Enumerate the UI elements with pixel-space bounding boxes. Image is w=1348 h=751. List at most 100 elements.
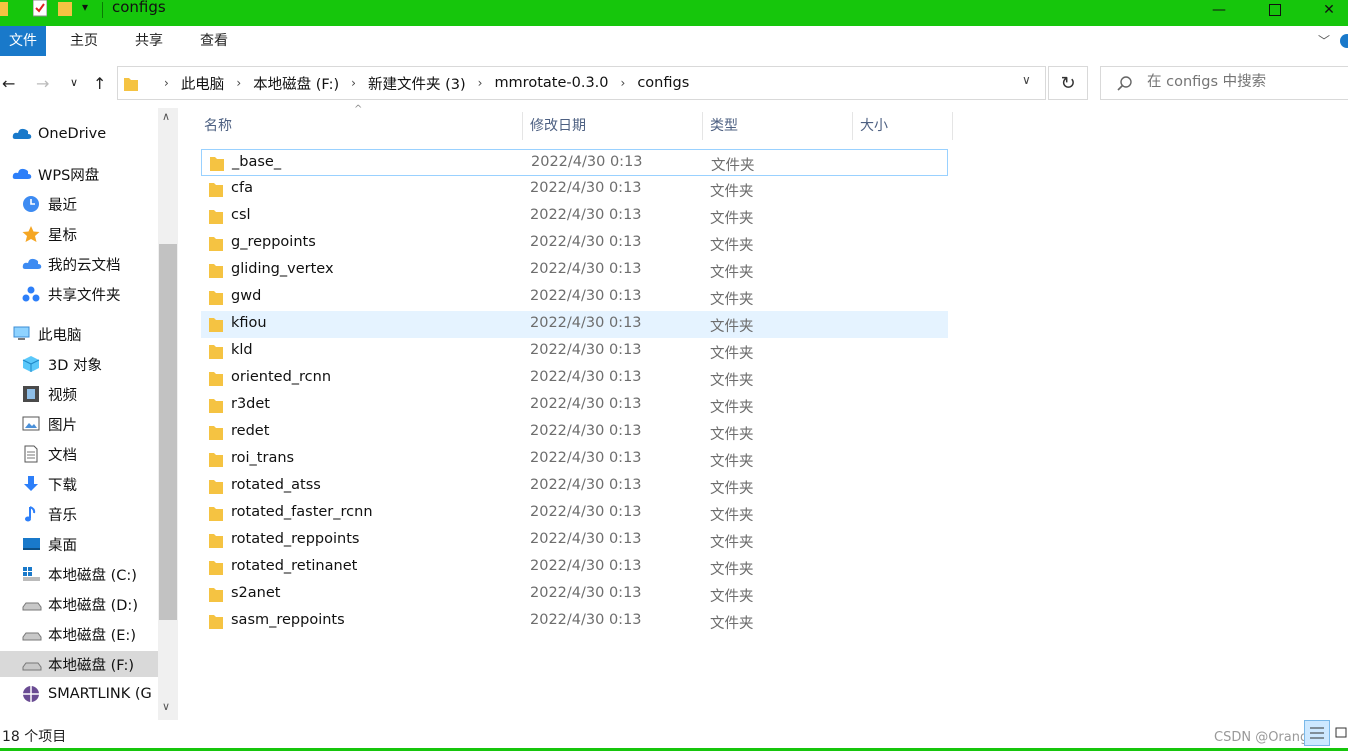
column-divider[interactable] — [522, 112, 523, 140]
column-header-size[interactable]: 大小 — [860, 112, 888, 140]
sidebar-scrollbar[interactable]: ∧ ∨ — [158, 108, 178, 720]
column-divider[interactable] — [702, 112, 703, 140]
star-icon — [22, 226, 40, 242]
sidebar-item-wps-cloud[interactable]: WPS网盘 — [0, 161, 158, 187]
sidebar-item-documents[interactable]: 文档 — [0, 441, 158, 467]
list-item[interactable]: sasm_reppoints 2022/4/30 0:13 文件夹 — [201, 608, 948, 635]
list-item[interactable]: rotated_faster_rcnn 2022/4/30 0:13 文件夹 — [201, 500, 948, 527]
maximize-button[interactable] — [1252, 0, 1298, 20]
properties-icon[interactable] — [33, 0, 47, 18]
scrollbar-thumb[interactable] — [159, 244, 177, 620]
recent-locations-button[interactable]: ∨ — [70, 76, 78, 89]
breadcrumb-chevron-icon[interactable]: › — [478, 76, 483, 90]
music-icon — [25, 506, 36, 522]
breadcrumb-configs[interactable]: configs — [637, 75, 689, 91]
list-item[interactable]: cfa 2022/4/30 0:13 文件夹 — [201, 176, 948, 203]
refresh-button[interactable]: ↻ — [1048, 66, 1088, 100]
column-headers: ^ 名称 修改日期 类型 大小 — [196, 104, 956, 140]
list-item[interactable]: oriented_rcnn 2022/4/30 0:13 文件夹 — [201, 365, 948, 392]
sidebar-item-3d-objects[interactable]: 3D 对象 — [0, 351, 158, 377]
scroll-down-icon[interactable]: ∨ — [162, 700, 170, 713]
sidebar-item-downloads[interactable]: 下载 — [0, 471, 158, 497]
breadcrumb-chevron-icon[interactable]: › — [164, 76, 169, 90]
sidebar-item-videos[interactable]: 视频 — [0, 381, 158, 407]
download-icon — [24, 476, 38, 491]
clock-icon — [23, 196, 39, 212]
sidebar-item-drive-e[interactable]: 本地磁盘 (E:) — [0, 621, 158, 647]
sidebar-item-drive-c[interactable]: 本地磁盘 (C:) — [0, 561, 158, 587]
address-history-dropdown-icon[interactable]: ∨ — [1022, 73, 1031, 87]
cloud-doc-icon — [22, 258, 42, 269]
breadcrumb-new-folder-3[interactable]: 新建文件夹 (3) — [368, 73, 466, 94]
sidebar-item-recent[interactable]: 最近 — [0, 191, 158, 217]
breadcrumb: › 此电脑 › 本地磁盘 (F:) › 新建文件夹 (3) › mmrotate… — [152, 67, 689, 99]
scroll-up-icon[interactable]: ∧ — [162, 110, 170, 123]
breadcrumb-chevron-icon[interactable]: › — [236, 76, 241, 90]
sidebar-item-pictures[interactable]: 图片 — [0, 411, 158, 437]
breadcrumb-mmrotate[interactable]: mmrotate-0.3.0 — [494, 75, 608, 91]
folder-icon — [0, 2, 8, 16]
list-item[interactable]: rotated_atss 2022/4/30 0:13 文件夹 — [201, 473, 948, 500]
share-folder-icon — [22, 286, 40, 302]
breadcrumb-drive-f[interactable]: 本地磁盘 (F:) — [253, 73, 339, 94]
list-item[interactable]: redet 2022/4/30 0:13 文件夹 — [201, 419, 948, 446]
sidebar-item-smartlink[interactable]: SMARTLINK (G — [0, 681, 158, 707]
sidebar-item-drive-d[interactable]: 本地磁盘 (D:) — [0, 591, 158, 617]
title-divider — [102, 2, 103, 18]
quick-access-dropdown-icon[interactable]: ▾ — [82, 0, 88, 18]
list-item[interactable]: g_reppoints 2022/4/30 0:13 文件夹 — [201, 230, 948, 257]
sidebar-item-this-pc[interactable]: 此电脑 — [0, 321, 158, 347]
breadcrumb-this-pc[interactable]: 此电脑 — [181, 73, 225, 94]
forward-button[interactable]: → — [36, 74, 49, 93]
sidebar-item-onedrive[interactable]: OneDrive — [0, 121, 158, 147]
list-item[interactable]: rotated_retinanet 2022/4/30 0:13 文件夹 — [201, 554, 948, 581]
tab-view[interactable]: 查看 — [200, 26, 228, 56]
back-button[interactable]: ← — [2, 74, 15, 93]
list-item[interactable]: s2anet 2022/4/30 0:13 文件夹 — [201, 581, 948, 608]
breadcrumb-chevron-icon[interactable]: › — [621, 76, 626, 90]
list-item[interactable]: gliding_vertex 2022/4/30 0:13 文件夹 — [201, 257, 948, 284]
tab-home[interactable]: 主页 — [70, 26, 98, 56]
sidebar-item-starred[interactable]: 星标 — [0, 221, 158, 247]
close-button[interactable]: ✕ — [1310, 0, 1348, 20]
sidebar-item-music[interactable]: 音乐 — [0, 501, 158, 527]
list-item[interactable]: rotated_reppoints 2022/4/30 0:13 文件夹 — [201, 527, 948, 554]
list-item[interactable]: roi_trans 2022/4/30 0:13 文件夹 — [201, 446, 948, 473]
up-button[interactable]: ↑ — [93, 74, 106, 93]
tab-share[interactable]: 共享 — [135, 26, 163, 56]
picture-icon — [22, 416, 40, 431]
sidebar-item-shared-folder[interactable]: 共享文件夹 — [0, 281, 158, 307]
sidebar-item-desktop[interactable]: 桌面 — [0, 531, 158, 557]
address-bar[interactable]: › 此电脑 › 本地磁盘 (F:) › 新建文件夹 (3) › mmrotate… — [117, 66, 1046, 100]
new-folder-icon[interactable] — [58, 0, 72, 18]
details-view-button[interactable] — [1304, 720, 1330, 746]
column-header-name[interactable]: 名称 — [204, 112, 232, 140]
list-item[interactable]: kld 2022/4/30 0:13 文件夹 — [201, 338, 948, 365]
drive-icon — [22, 602, 42, 611]
list-item[interactable]: r3det 2022/4/30 0:13 文件夹 — [201, 392, 948, 419]
drive-icon — [22, 662, 42, 671]
breadcrumb-chevron-icon[interactable]: › — [351, 76, 356, 90]
list-item[interactable]: gwd 2022/4/30 0:13 文件夹 — [201, 284, 948, 311]
expand-ribbon-button[interactable]: ﹀ — [1318, 26, 1330, 56]
column-divider[interactable] — [952, 112, 953, 140]
folder-icon — [209, 399, 223, 413]
sidebar-item-cloud-docs[interactable]: 我的云文档 — [0, 251, 158, 277]
folder-icon — [209, 426, 223, 440]
maximize-icon — [1269, 4, 1281, 16]
sort-ascending-icon: ^ — [354, 104, 363, 115]
list-item[interactable]: _base_ 2022/4/30 0:13 文件夹 — [201, 149, 948, 176]
sidebar-item-drive-f[interactable]: 本地磁盘 (F:) — [0, 651, 158, 677]
column-header-date[interactable]: 修改日期 — [530, 112, 586, 140]
help-icon[interactable] — [1340, 34, 1348, 48]
film-icon — [23, 386, 39, 402]
large-icons-view-button[interactable] — [1334, 722, 1348, 744]
minimize-button[interactable]: — — [1196, 0, 1242, 20]
search-box[interactable] — [1100, 66, 1348, 100]
list-item[interactable]: kfiou 2022/4/30 0:13 文件夹 — [201, 311, 948, 338]
tab-file[interactable]: 文件 — [0, 26, 46, 56]
search-input[interactable] — [1145, 73, 1348, 91]
column-divider[interactable] — [852, 112, 853, 140]
list-item[interactable]: csl 2022/4/30 0:13 文件夹 — [201, 203, 948, 230]
column-header-type[interactable]: 类型 — [710, 112, 738, 140]
